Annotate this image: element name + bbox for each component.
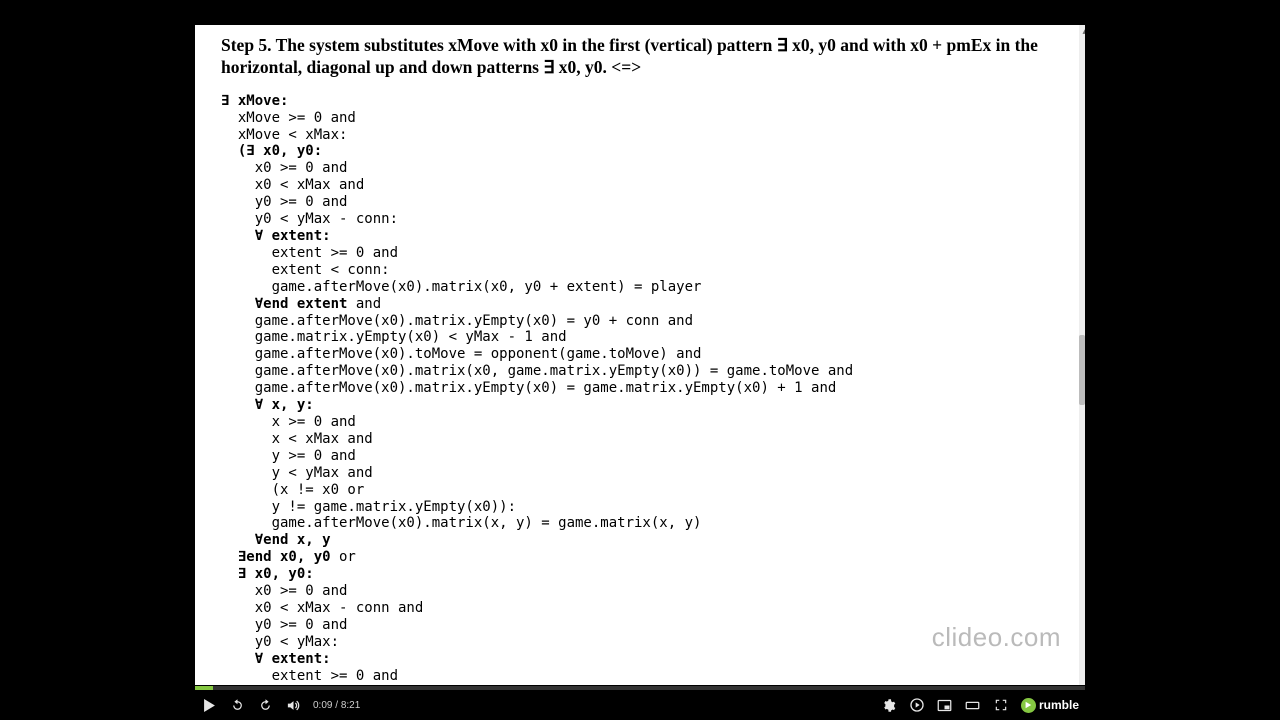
pip-button[interactable] xyxy=(931,691,959,719)
gear-icon xyxy=(881,698,896,713)
forward-button[interactable] xyxy=(251,691,279,719)
rewind-button[interactable] xyxy=(223,691,251,719)
autoplay-toggle[interactable] xyxy=(903,691,931,719)
step-heading: Step 5. The system substitutes xMove wit… xyxy=(221,35,1059,79)
document-scrollbar-thumb[interactable] xyxy=(1079,335,1085,405)
video-content-region: Step 5. The system substitutes xMove wit… xyxy=(195,25,1085,685)
forward-icon xyxy=(258,698,273,713)
volume-button[interactable] xyxy=(279,691,307,719)
theater-button[interactable] xyxy=(959,691,987,719)
player-controls-bar: 0:09 / 8:21 rumble xyxy=(195,690,1085,720)
settings-button[interactable] xyxy=(875,691,903,719)
brand-play-icon xyxy=(1021,698,1036,713)
autoplay-icon xyxy=(909,697,925,713)
rewind-icon xyxy=(230,698,245,713)
fullscreen-icon xyxy=(994,698,1008,712)
play-button[interactable] xyxy=(195,691,223,719)
time-current: 0:09 xyxy=(313,700,332,711)
code-block: ∃ xMove: xMove >= 0 and xMove < xMax: (∃… xyxy=(221,93,1059,685)
volume-icon xyxy=(286,698,301,713)
brand-logo[interactable]: rumble xyxy=(1021,698,1079,713)
fullscreen-button[interactable] xyxy=(987,691,1015,719)
theater-icon xyxy=(965,698,980,713)
document-scrollbar-track[interactable]: ▴ xyxy=(1079,25,1085,685)
time-display: 0:09 / 8:21 xyxy=(313,700,360,711)
scroll-up-arrow-icon[interactable]: ▴ xyxy=(1082,26,1085,37)
brand-name: rumble xyxy=(1039,698,1079,712)
time-total: 8:21 xyxy=(341,700,360,711)
pip-icon xyxy=(937,698,952,713)
document-viewport: Step 5. The system substitutes xMove wit… xyxy=(195,25,1079,685)
play-icon xyxy=(203,699,216,712)
watermark-text: clideo.com xyxy=(932,622,1061,653)
